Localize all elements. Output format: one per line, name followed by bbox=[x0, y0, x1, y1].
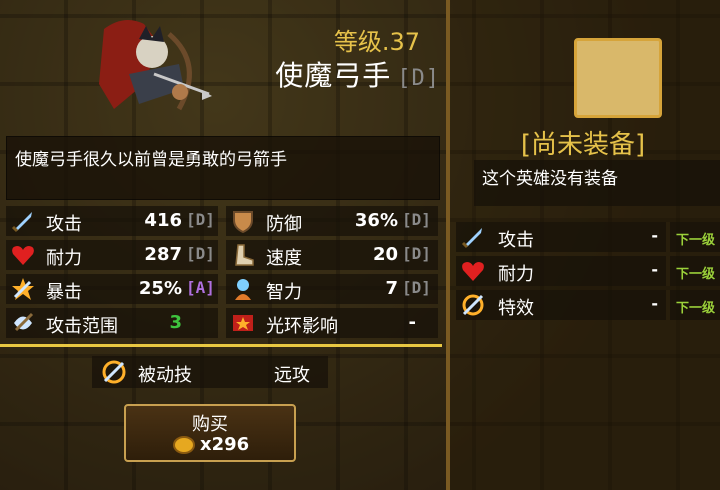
hero-portrait bbox=[99, 20, 212, 111]
stat-aura-effect: 光环影响 - bbox=[226, 308, 438, 338]
equip-stat-effect: 特效 - bbox=[456, 290, 666, 320]
effect-icon bbox=[462, 294, 484, 316]
equip-stat-stamina: 耐力 - bbox=[456, 256, 666, 286]
stat-value: 20 bbox=[372, 244, 398, 265]
range-icon bbox=[14, 312, 34, 332]
passive-skill-row[interactable]: 被动技 远攻 bbox=[92, 356, 328, 388]
stat-value: 25% bbox=[138, 278, 182, 299]
equip-stat-value: - bbox=[651, 294, 658, 313]
stat-grade: [D] bbox=[402, 210, 431, 229]
stat-grade: [D] bbox=[186, 210, 215, 229]
buy-button[interactable]: 购买 x296 bbox=[124, 404, 296, 462]
stat-critical: 暴击 25% [A] bbox=[6, 274, 218, 304]
equip-stat-label: 特效 bbox=[498, 298, 534, 319]
hero-name-grade: [D] bbox=[397, 66, 440, 91]
stat-label: 防御 bbox=[266, 214, 302, 235]
stat-intellect: 智力 7 [D] bbox=[226, 274, 438, 304]
sword-icon bbox=[461, 228, 482, 249]
stat-stamina: 耐力 287 [D] bbox=[6, 240, 218, 270]
equip-stat-value: - bbox=[651, 260, 658, 279]
stat-speed: 速度 20 [D] bbox=[226, 240, 438, 270]
section-divider bbox=[0, 344, 442, 347]
next-level-label: 下一级 bbox=[676, 301, 716, 316]
boot-icon bbox=[235, 244, 254, 266]
hero-description: 使魔弓手很久以前曾是勇敢的弓箭手 bbox=[15, 150, 287, 170]
next-level-effect: 下一级 bbox=[670, 290, 720, 320]
hero-level: 等级.37 bbox=[333, 28, 420, 56]
stat-value: 3 bbox=[169, 312, 182, 333]
equip-stat-value: - bbox=[651, 226, 658, 245]
equipment-note: 这个英雄没有装备 bbox=[482, 169, 618, 189]
equip-stat-attack: 攻击 - bbox=[456, 222, 666, 252]
next-level-stamina: 下一级 bbox=[670, 256, 720, 286]
stat-grade: [D] bbox=[402, 278, 431, 297]
stat-grade: [D] bbox=[402, 244, 431, 263]
heart-icon bbox=[12, 246, 34, 265]
next-level-label: 下一级 bbox=[676, 267, 716, 282]
stat-label: 速度 bbox=[266, 248, 302, 269]
hero-name: 使魔弓手 [D] bbox=[240, 54, 440, 94]
sword-icon bbox=[11, 212, 32, 233]
stat-value: 36% bbox=[354, 210, 398, 231]
intellect-icon bbox=[235, 279, 251, 300]
coin-icon bbox=[173, 436, 195, 454]
stat-label: 暴击 bbox=[46, 282, 82, 303]
stat-defense: 防御 36% [D] bbox=[226, 206, 438, 236]
stat-value: 416 bbox=[144, 210, 182, 231]
stat-grade: [D] bbox=[186, 244, 215, 263]
passive-skill-value: 远攻 bbox=[274, 365, 310, 386]
stat-label: 攻击范围 bbox=[46, 316, 118, 337]
stat-label: 耐力 bbox=[46, 248, 82, 269]
stat-value: 7 bbox=[385, 278, 398, 299]
stat-label: 光环影响 bbox=[266, 316, 338, 337]
equip-stat-label: 攻击 bbox=[498, 230, 534, 251]
equipment-slot[interactable] bbox=[574, 38, 662, 118]
crit-icon bbox=[12, 278, 34, 300]
next-level-label: 下一级 bbox=[676, 233, 716, 248]
equip-stat-label: 耐力 bbox=[498, 264, 534, 285]
passive-skill-label: 被动技 bbox=[138, 365, 192, 386]
hero-info-panel: 等级.37 使魔弓手 [D] 使魔弓手很久以前曾是勇敢的弓箭手 攻击 416 [D… bbox=[0, 0, 442, 490]
hero-name-text: 使魔弓手 bbox=[275, 59, 392, 92]
stat-attack: 攻击 416 [D] bbox=[6, 206, 218, 236]
buy-price: x296 bbox=[200, 434, 250, 455]
aura-icon bbox=[233, 315, 253, 331]
next-level-attack: 下一级 bbox=[670, 222, 720, 252]
shield-icon bbox=[233, 211, 253, 234]
stat-grade: [A] bbox=[186, 278, 215, 297]
passive-skill-icon bbox=[102, 360, 126, 384]
stat-label: 攻击 bbox=[46, 214, 82, 235]
buy-button-label: 购买 bbox=[192, 414, 228, 435]
heart-icon bbox=[462, 262, 484, 281]
stat-attack-range: 攻击范围 3 bbox=[6, 308, 218, 338]
stat-label: 智力 bbox=[266, 282, 302, 303]
equipment-status: [尚未装备] bbox=[520, 130, 646, 160]
stat-value: - bbox=[408, 312, 416, 333]
hero-description-box: 使魔弓手很久以前曾是勇敢的弓箭手 bbox=[6, 136, 440, 200]
stat-value: 287 bbox=[144, 244, 182, 265]
